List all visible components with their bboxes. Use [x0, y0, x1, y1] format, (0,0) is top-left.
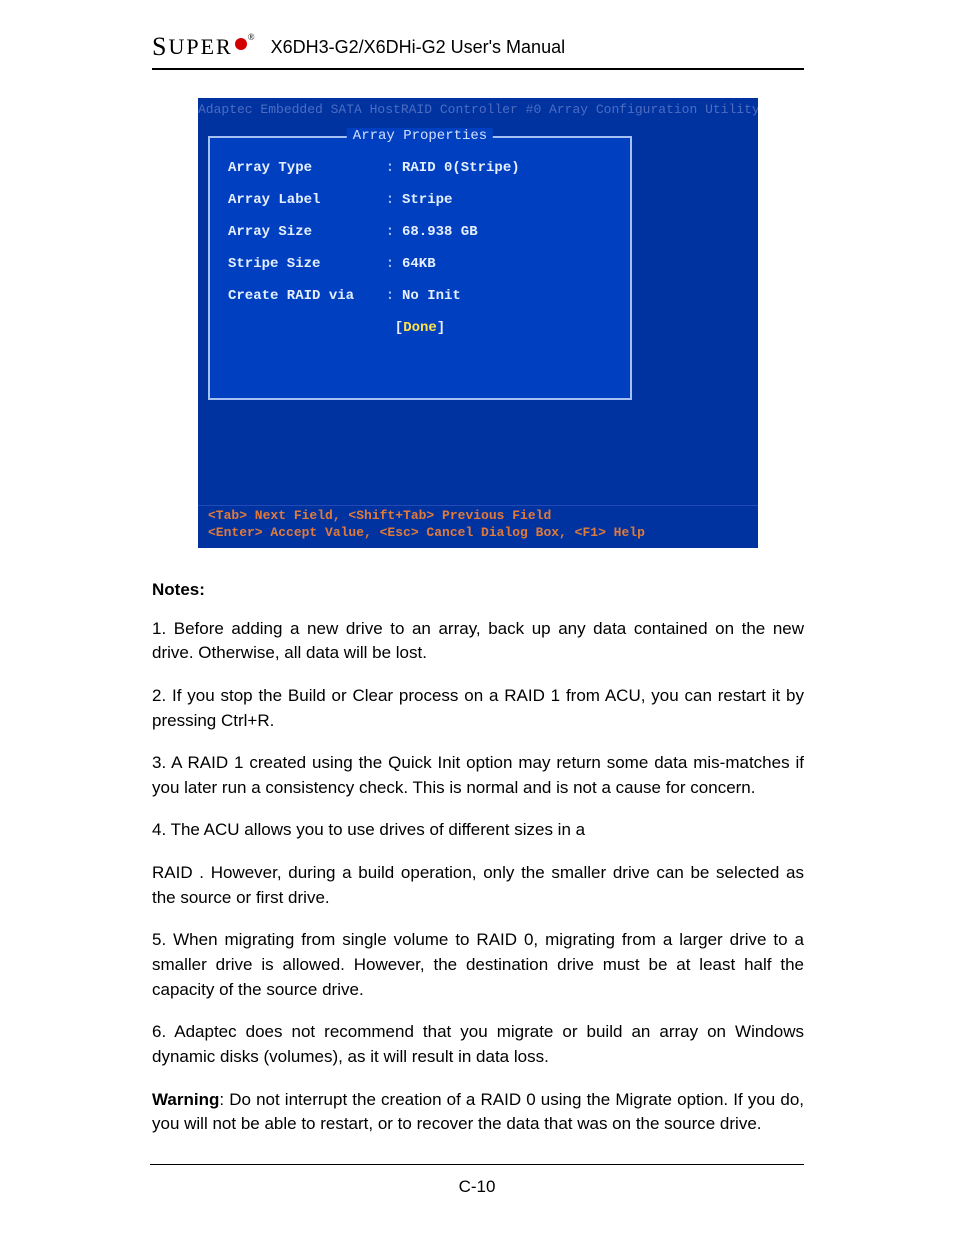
note-1: 1. Before adding a new drive to an array… [152, 617, 804, 666]
field-value[interactable]: RAID 0(Stripe) [402, 160, 520, 176]
warning-label: Warning [152, 1090, 219, 1109]
field-create-raid-via: Create RAID via : No Init [228, 288, 612, 304]
field-array-label: Array Label : Stripe [228, 192, 612, 208]
colon-icon: : [378, 192, 402, 208]
logo-dot-icon [235, 38, 247, 50]
bios-screenshot: Adaptec Embedded SATA HostRAID Controlle… [198, 98, 758, 548]
done-button[interactable]: [Done] [228, 320, 612, 336]
manual-title: X6DH3-G2/X6DHi-G2 User's Manual [271, 37, 566, 58]
logo-text-rest: UPER [168, 34, 232, 60]
colon-icon: : [378, 224, 402, 240]
brand-logo: SUPER ® [152, 32, 257, 62]
bios-help-text: <Tab> Next Field, <Shift+Tab> Previous F… [208, 507, 645, 542]
colon-icon: : [378, 288, 402, 304]
field-array-size: Array Size : 68.938 GB [228, 224, 612, 240]
colon-icon: : [378, 256, 402, 272]
note-4a: 4. The ACU allows you to use drives of d… [152, 818, 804, 843]
help-line-1: <Tab> Next Field, <Shift+Tab> Previous F… [208, 507, 645, 525]
page-number: C-10 [0, 1177, 954, 1197]
help-line-2: <Enter> Accept Value, <Esc> Cancel Dialo… [208, 524, 645, 542]
field-label: Array Type [228, 160, 378, 176]
warning-text: : Do not interrupt the creation of a RAI… [152, 1090, 804, 1134]
note-4b: RAID . However, during a build operation… [152, 861, 804, 910]
logo-text-cap: S [152, 32, 168, 62]
field-value[interactable]: 64KB [402, 256, 436, 272]
notes-title: Notes: [152, 578, 804, 603]
field-label: Create RAID via [228, 288, 378, 304]
note-2: 2. If you stop the Build or Clear proces… [152, 684, 804, 733]
field-label: Stripe Size [228, 256, 378, 272]
bracket-close-icon: ] [437, 320, 445, 336]
warning-paragraph: Warning: Do not interrupt the creation o… [152, 1088, 804, 1137]
bracket-open-icon: [ [395, 320, 403, 336]
field-stripe-size: Stripe Size : 64KB [228, 256, 612, 272]
panel-fields: Array Type : RAID 0(Stripe) Array Label … [210, 138, 630, 336]
notes-section: Notes: 1. Before adding a new drive to a… [152, 578, 804, 1137]
field-value[interactable]: 68.938 GB [402, 224, 478, 240]
field-value[interactable]: No Init [402, 288, 461, 304]
footer-divider [150, 1164, 804, 1165]
field-label: Array Label [228, 192, 378, 208]
bios-banner: Adaptec Embedded SATA HostRAID Controlle… [198, 102, 758, 117]
note-6: 6. Adaptec does not recommend that you m… [152, 1020, 804, 1069]
field-value[interactable]: Stripe [402, 192, 452, 208]
registered-mark: ® [248, 32, 257, 42]
colon-icon: : [378, 160, 402, 176]
divider [198, 505, 758, 506]
done-label: Done [403, 320, 437, 336]
note-5: 5. When migrating from single volume to … [152, 928, 804, 1002]
array-properties-panel: Array Properties Array Type : RAID 0(Str… [208, 136, 632, 400]
field-array-type: Array Type : RAID 0(Stripe) [228, 160, 612, 176]
field-label: Array Size [228, 224, 378, 240]
panel-title: Array Properties [347, 128, 493, 144]
note-3: 3. A RAID 1 created using the Quick Init… [152, 751, 804, 800]
page-header: SUPER ® X6DH3-G2/X6DHi-G2 User's Manual [152, 32, 804, 70]
